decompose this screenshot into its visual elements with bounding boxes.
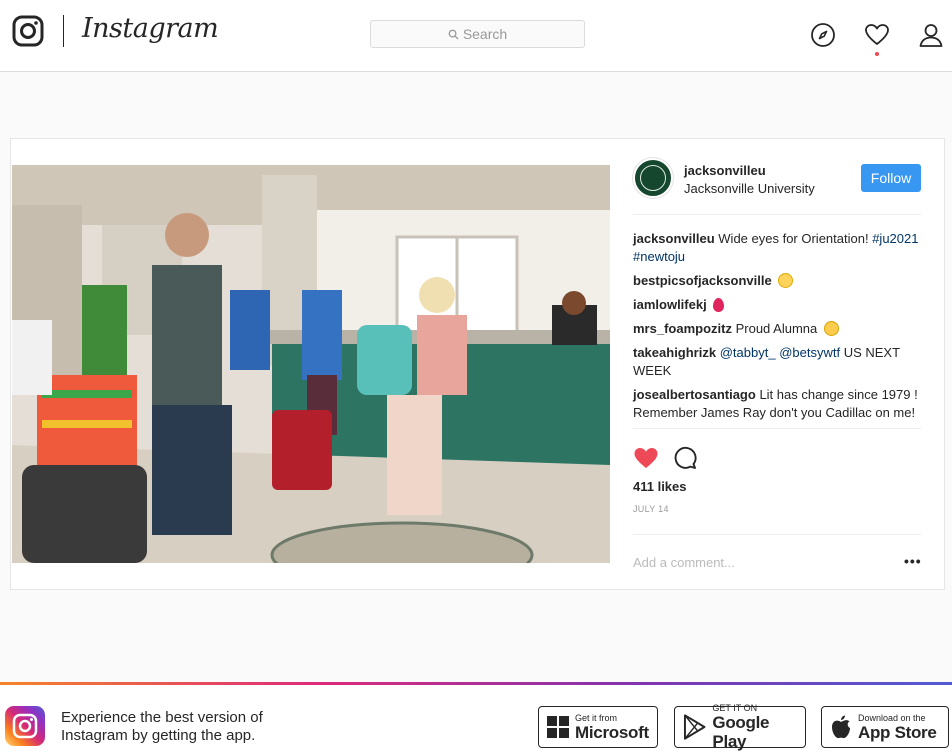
app-store-button[interactable]: Download on the App Store [821,706,949,748]
hashtag-link[interactable]: #ju2021 [872,231,918,246]
like-heart-icon[interactable] [633,446,659,470]
microsoft-store-button[interactable]: Get it from Microsoft [538,706,658,748]
profile-user-icon[interactable] [918,22,944,48]
comment-item: bestpicsofjacksonville [633,272,921,290]
banner-gradient-bar [0,682,952,685]
comment-list: jacksonvilleu Wide eyes for Orientation!… [633,215,921,422]
mention-link[interactable]: @betsywtf [779,345,840,360]
mention-link[interactable]: @tabbyt_ [720,345,776,360]
add-comment-input[interactable]: Add a comment... [633,555,921,570]
post-location[interactable]: Jacksonville University [684,181,815,196]
comment-text: Proud Alumna [735,321,818,336]
post-author-row: jacksonvilleu Jacksonville University Fo… [633,157,921,199]
comment-bubble-icon[interactable] [673,446,697,470]
post-card: jacksonvilleu Jacksonville University Fo… [10,138,945,590]
notification-dot [875,52,879,56]
search-input[interactable]: Search [370,20,585,48]
camera-glyph-icon [12,713,38,739]
store-big-label: App Store [858,722,937,742]
comment-item: takeahighrizk @tabbyt_ @betsywtf US NEXT… [633,344,921,380]
logo-divider [63,15,64,47]
add-comment-divider [633,534,921,535]
top-navigation-bar: Instagram Search [0,0,952,72]
caption-text: Wide eyes for Orientation! [718,231,869,246]
instagram-camera-icon[interactable] [12,15,44,47]
comment-username[interactable]: mrs_foampozitz [633,321,732,336]
like-count[interactable]: 411 likes [633,479,921,494]
store-big-label: Google Play [712,713,770,751]
post-date[interactable]: JULY 14 [633,504,921,514]
store-big-label: Microsoft [575,722,649,742]
caption: jacksonvilleu Wide eyes for Orientation!… [633,230,921,266]
comment-username[interactable]: iamlowlifekj [633,297,707,312]
university-seal-icon [640,165,666,191]
search-icon [448,29,459,40]
author-username[interactable]: jacksonvilleu [684,163,766,178]
google-play-icon [683,714,706,740]
store-small-label: Get it from [575,712,618,723]
balloon-emoji-icon [713,298,725,312]
comment-username[interactable]: takeahighrizk [633,345,716,360]
follow-button[interactable]: Follow [861,164,921,192]
banner-message: Experience the best version of Instagram… [61,709,263,744]
search-placeholder: Search [462,26,508,42]
explore-compass-icon[interactable] [810,22,836,48]
more-options-icon[interactable]: ••• [904,553,922,569]
post-actions [633,437,921,475]
google-play-button[interactable]: GET IT ON Google Play [674,703,806,751]
hashtag-link[interactable]: #newtoju [633,249,685,264]
avatar[interactable] [633,158,673,198]
instagram-wordmark[interactable]: Instagram [82,13,219,44]
comment-username[interactable]: josealbertosantiago [633,387,756,402]
windows-logo-icon [547,716,569,738]
comment-item: josealbertosantiago Lit has change since… [633,386,921,422]
instagram-app-icon [5,706,45,746]
comment-item: mrs_foampozitz Proud Alumna [633,320,921,338]
actions-divider [633,428,921,429]
comment-item: iamlowlifekj [633,296,921,314]
caption-username[interactable]: jacksonvilleu [633,231,715,246]
apple-logo-icon [832,715,850,739]
comment-username[interactable]: bestpicsofjacksonville [633,273,772,288]
store-small-label: Download on the [858,712,926,723]
baby-emoji-icon [778,273,794,288]
store-small-label: GET IT ON [712,703,758,713]
app-download-banner: Experience the best version of Instagram… [0,682,952,753]
post-sidebar: jacksonvilleu Jacksonville University Fo… [633,157,921,514]
smile-emoji-icon [823,321,839,336]
post-photo[interactable] [12,165,610,563]
activity-heart-icon[interactable] [864,22,890,48]
